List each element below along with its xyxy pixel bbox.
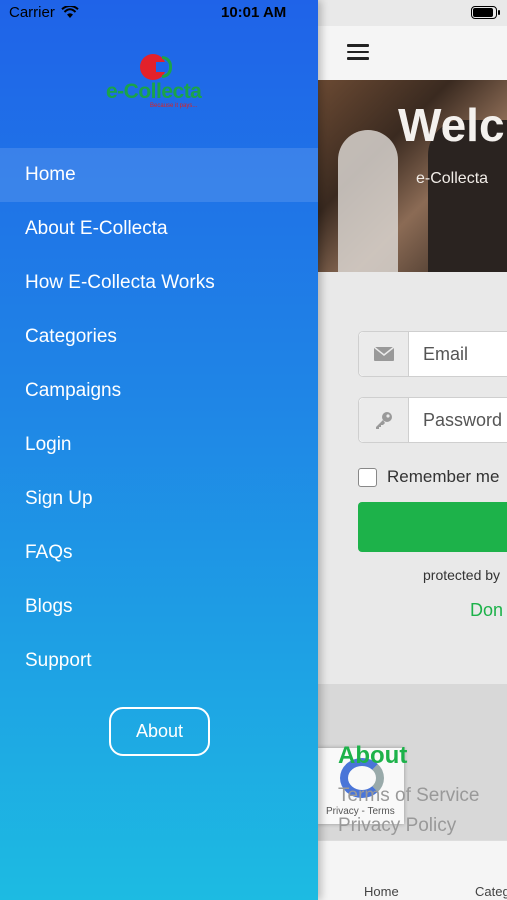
hero-photo-person: [338, 130, 398, 272]
remember-me-row[interactable]: Remember me: [358, 467, 499, 487]
wifi-icon: [61, 6, 79, 18]
footer-link-privacy[interactable]: Privacy Policy: [338, 815, 456, 837]
drawer-menu: Home About E-Collecta How E-Collecta Wor…: [0, 148, 318, 688]
password-input[interactable]: Password: [409, 398, 507, 442]
menu-item-support[interactable]: Support: [0, 634, 318, 688]
hero-banner: Welc e-Collecta: [318, 80, 507, 272]
donate-link[interactable]: Don: [470, 600, 503, 621]
bottom-tab-bar: Home Categ: [318, 840, 507, 900]
menu-item-how-it-works[interactable]: How E-Collecta Works: [0, 256, 318, 310]
menu-item-faqs[interactable]: FAQs: [0, 526, 318, 580]
main-content: Welc e-Collecta Email Password Remember …: [318, 0, 507, 900]
logo-icon: [140, 54, 174, 80]
email-field[interactable]: Email: [358, 331, 507, 377]
brand-logo: e-Collecta Because it pays...: [106, 54, 212, 110]
menu-item-about-e-collecta[interactable]: About E-Collecta: [0, 202, 318, 256]
footer-about-heading: About: [338, 742, 408, 769]
status-time: 10:01 AM: [221, 4, 287, 21]
email-input[interactable]: Email: [409, 332, 507, 376]
menu-item-blogs[interactable]: Blogs: [0, 580, 318, 634]
menu-item-categories[interactable]: Categories: [0, 310, 318, 364]
hero-subtitle: e-Collecta: [416, 170, 489, 187]
logo-tagline: Because it pays...: [150, 103, 198, 109]
status-left: Carrier: [9, 4, 79, 21]
hero-title: Welc: [398, 99, 505, 151]
tab-categories[interactable]: Categ: [475, 884, 507, 899]
hamburger-menu-icon[interactable]: [347, 44, 369, 60]
about-button[interactable]: About: [109, 707, 210, 756]
carrier-label: Carrier: [9, 4, 55, 21]
remember-me-label: Remember me: [387, 467, 500, 486]
key-icon: [359, 398, 409, 442]
password-field[interactable]: Password: [358, 397, 507, 443]
protected-by-text: protected by: [423, 567, 501, 583]
side-drawer: e-Collecta Because it pays... Home About…: [0, 0, 318, 900]
menu-item-home[interactable]: Home: [0, 148, 318, 202]
footer-link-terms[interactable]: Terms of Service: [338, 785, 479, 807]
status-bar: Carrier 10:01 AM: [0, 0, 507, 26]
menu-item-campaigns[interactable]: Campaigns: [0, 364, 318, 418]
logo-text: e-Collecta: [106, 80, 202, 103]
envelope-icon: [359, 332, 409, 376]
login-submit-button[interactable]: [358, 502, 507, 552]
menu-item-login[interactable]: Login: [0, 418, 318, 472]
tab-home[interactable]: Home: [364, 884, 399, 899]
menu-item-sign-up[interactable]: Sign Up: [0, 472, 318, 526]
remember-me-checkbox[interactable]: [358, 467, 377, 487]
battery-icon: [471, 6, 500, 19]
